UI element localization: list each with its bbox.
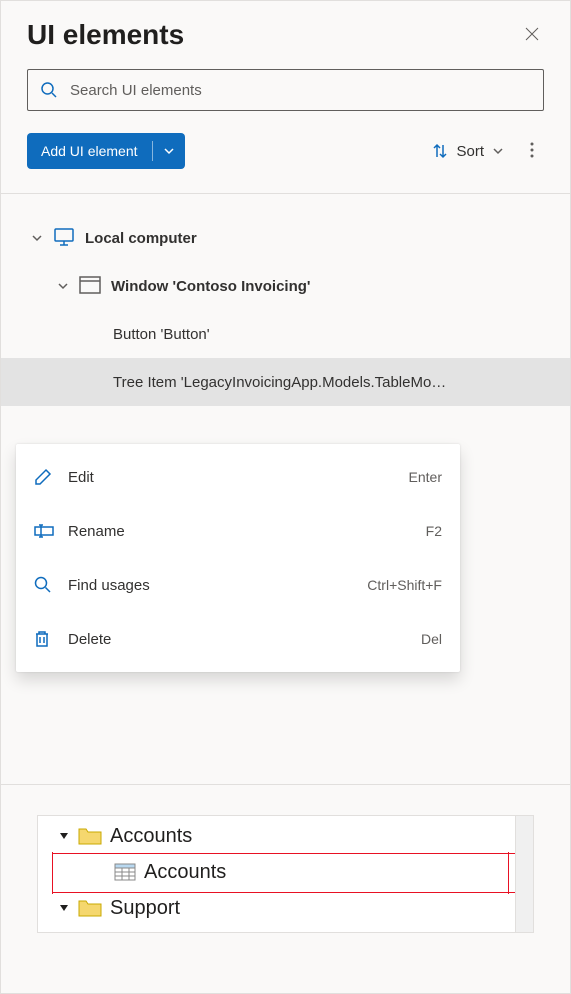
- menu-item-label: Find usages: [68, 577, 353, 594]
- search-icon: [34, 576, 54, 594]
- add-button-label: Add UI element: [27, 143, 152, 159]
- folder-icon: [78, 898, 102, 918]
- sort-button[interactable]: Sort: [424, 137, 512, 166]
- menu-item-rename[interactable]: Rename F2: [16, 504, 460, 558]
- highlight-line: [52, 853, 527, 854]
- tree-node-window[interactable]: Window 'Contoso Invoicing': [1, 262, 570, 310]
- more-options-button[interactable]: [520, 136, 544, 167]
- rename-icon: [34, 524, 54, 538]
- highlight-line: [508, 852, 509, 894]
- search-container: [1, 69, 570, 121]
- close-button[interactable]: [520, 22, 544, 49]
- tree-node-button[interactable]: Button 'Button': [1, 310, 570, 358]
- scrollbar[interactable]: [515, 816, 533, 932]
- menu-item-label: Edit: [68, 469, 395, 486]
- sort-icon: [432, 143, 448, 159]
- preview-row: Accounts: [58, 818, 529, 854]
- add-button-split[interactable]: [152, 141, 185, 161]
- toolbar: Add UI element Sort: [1, 121, 570, 193]
- expanded-triangle-icon: [58, 902, 70, 914]
- window-icon: [79, 276, 101, 297]
- highlight-line: [52, 852, 53, 894]
- panel-title: UI elements: [27, 19, 184, 51]
- folder-icon: [78, 826, 102, 846]
- tree-node-label: Tree Item 'LegacyInvoicingApp.Models.Tab…: [113, 374, 446, 391]
- chevron-down-icon: [492, 145, 504, 157]
- menu-item-label: Rename: [68, 523, 412, 540]
- preview-row-selected: Accounts: [58, 854, 529, 890]
- preview-label: Accounts: [144, 861, 226, 884]
- expanded-triangle-icon: [58, 830, 70, 842]
- chevron-down-icon: [31, 232, 43, 244]
- chevron-down-icon: [57, 280, 69, 292]
- context-menu: Edit Enter Rename F2 Find usages Ctrl+Sh…: [16, 444, 460, 672]
- menu-item-shortcut: F2: [426, 523, 442, 539]
- tree-node-local-computer[interactable]: Local computer: [1, 214, 570, 262]
- tree-node-label: Local computer: [85, 230, 197, 247]
- table-icon: [114, 863, 136, 881]
- menu-item-edit[interactable]: Edit Enter: [16, 450, 460, 504]
- computer-icon: [53, 226, 75, 251]
- edit-icon: [34, 468, 54, 486]
- search-box[interactable]: [27, 69, 544, 111]
- menu-item-label: Delete: [68, 631, 407, 648]
- delete-icon: [34, 630, 54, 648]
- search-icon: [40, 81, 58, 99]
- panel-header: UI elements: [1, 1, 570, 69]
- preview-area: Accounts Accounts Support: [1, 784, 570, 993]
- menu-item-delete[interactable]: Delete Del: [16, 612, 460, 666]
- menu-item-find-usages[interactable]: Find usages Ctrl+Shift+F: [16, 558, 460, 612]
- preview-label: Support: [110, 897, 180, 920]
- more-vertical-icon: [530, 142, 534, 158]
- preview-screenshot: Accounts Accounts Support: [37, 815, 534, 933]
- toolbar-right: Sort: [424, 136, 544, 167]
- menu-item-shortcut: Enter: [409, 469, 442, 485]
- close-icon: [524, 26, 540, 42]
- search-input[interactable]: [70, 82, 531, 99]
- tree-node-tree-item[interactable]: Tree Item 'LegacyInvoicingApp.Models.Tab…: [1, 358, 570, 406]
- preview-row: Support: [58, 890, 529, 926]
- preview-label: Accounts: [110, 825, 192, 848]
- menu-item-shortcut: Ctrl+Shift+F: [367, 577, 442, 593]
- highlight-line: [52, 892, 527, 893]
- tree-node-label: Window 'Contoso Invoicing': [111, 278, 310, 295]
- tree-node-label: Button 'Button': [113, 326, 210, 343]
- menu-item-shortcut: Del: [421, 631, 442, 647]
- ui-elements-tree: Local computer Window 'Contoso Invoicing…: [1, 194, 570, 406]
- sort-label: Sort: [456, 143, 484, 160]
- chevron-down-icon: [163, 145, 175, 157]
- add-ui-element-button[interactable]: Add UI element: [27, 133, 185, 169]
